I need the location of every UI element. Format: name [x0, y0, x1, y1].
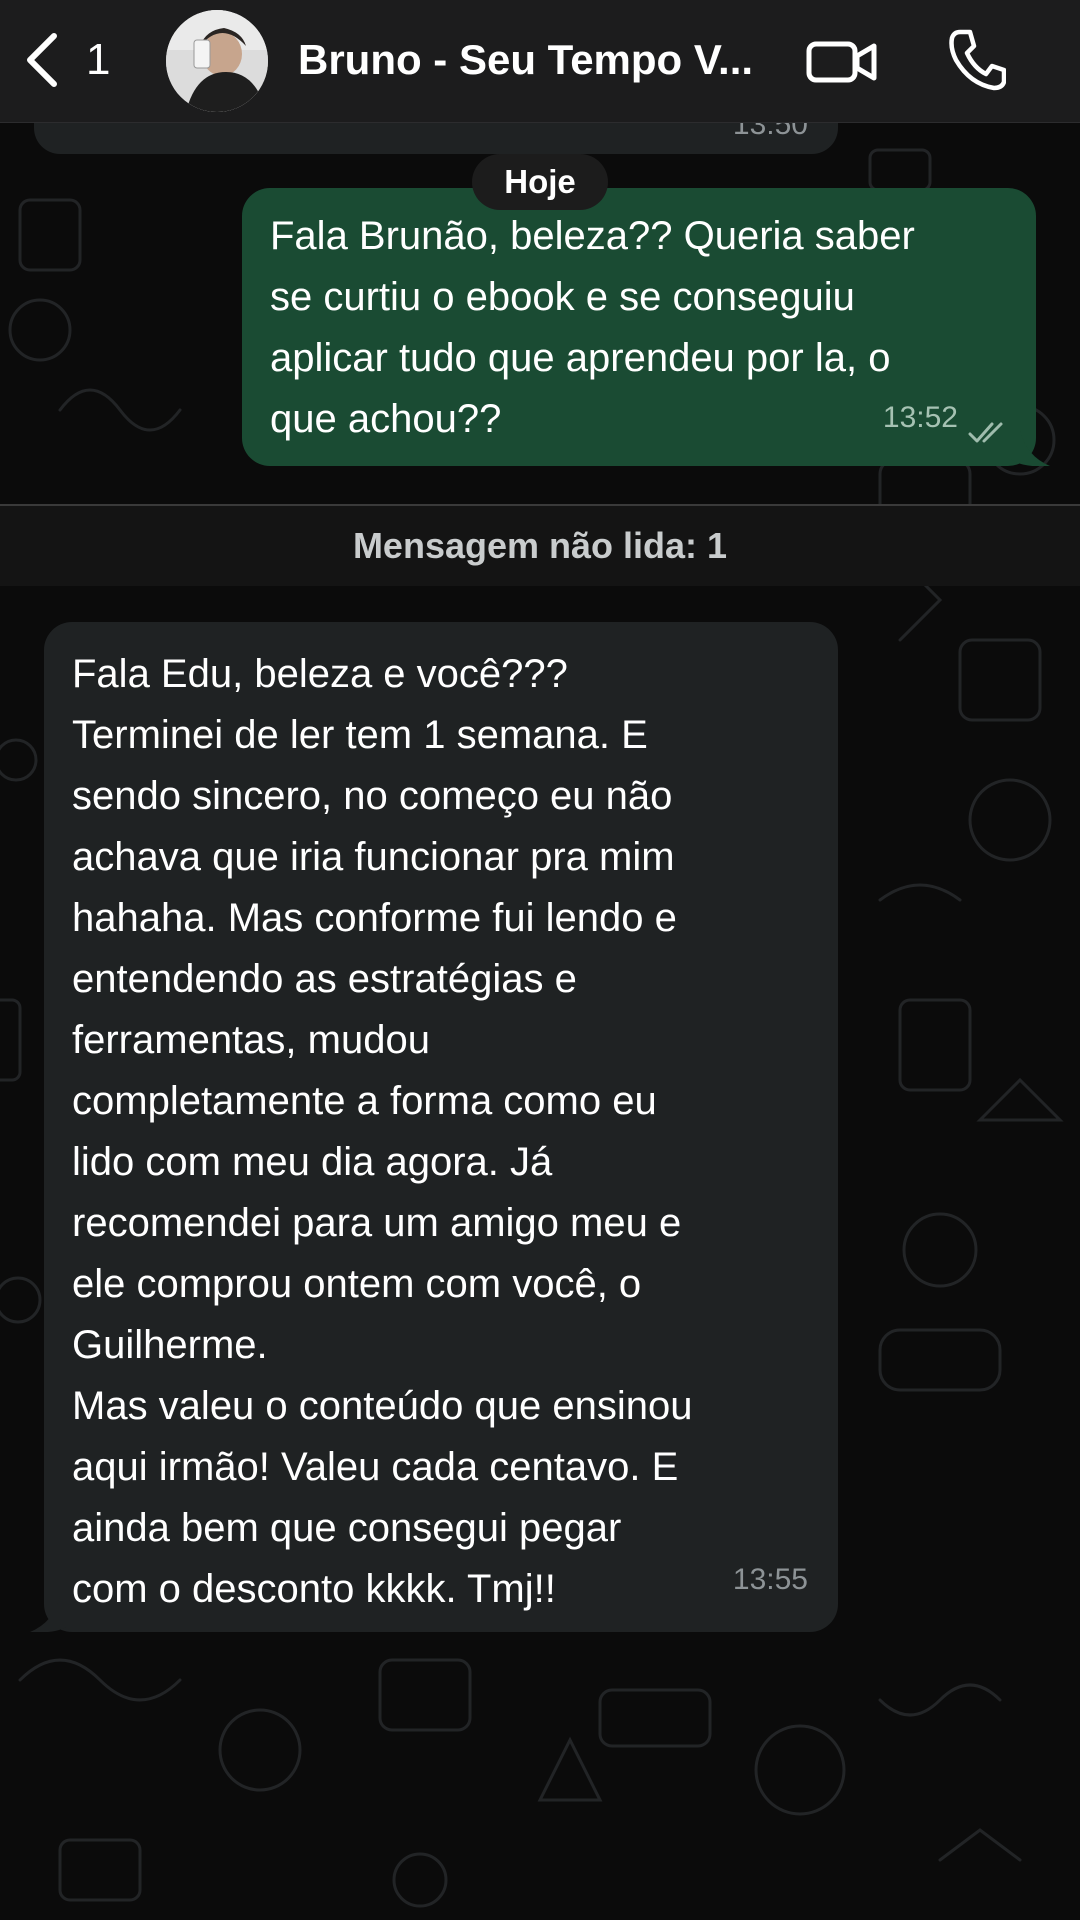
bubble-tail — [1010, 430, 1050, 466]
video-camera-icon — [806, 41, 877, 83]
incoming-message-bubble[interactable]: Fala Edu, beleza e você??? Terminei de l… — [30, 622, 838, 1632]
double-check-icon — [968, 422, 1003, 443]
video-call-button[interactable] — [806, 30, 878, 92]
avatar-image — [166, 10, 268, 112]
back-button[interactable]: 1 — [22, 28, 122, 92]
chat-header: 1 Bruno - Seu Tempo V... — [0, 0, 1080, 123]
date-separator: Hoje — [472, 154, 608, 210]
bubble-tail — [30, 1596, 70, 1632]
unread-messages-banner: Mensagem não lida: 1 — [0, 504, 1080, 586]
voice-call-button[interactable] — [946, 26, 1007, 92]
phone-icon — [949, 29, 1007, 91]
message-text: Fala Edu, beleza e você??? Terminei de l… — [72, 652, 693, 1611]
contact-name[interactable]: Bruno - Seu Tempo V... — [298, 32, 778, 88]
unread-count: 1 — [86, 35, 111, 84]
message-time: 13:52 — [882, 401, 958, 434]
message-time: 13:55 — [732, 1563, 808, 1596]
chevron-left-icon — [27, 33, 57, 87]
outgoing-message-bubble[interactable]: Fala Brunão, beleza?? Queria saber se cu… — [242, 188, 1050, 466]
avatar[interactable] — [166, 10, 268, 112]
